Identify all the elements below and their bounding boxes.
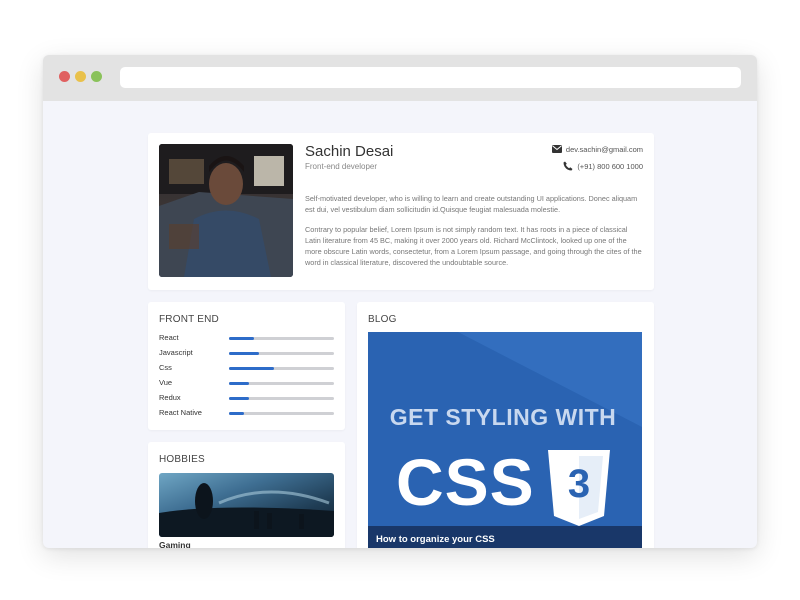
hobbies-card: HOBBIES Gaming bbox=[148, 442, 345, 548]
skill-label: React bbox=[159, 333, 179, 342]
skill-bar-fill bbox=[229, 382, 249, 385]
email-contact[interactable]: dev.sachin@gmail.com bbox=[551, 145, 643, 155]
hobby-label: Gaming bbox=[159, 540, 191, 548]
phone-contact[interactable]: (+91) 800 600 1000 bbox=[563, 161, 643, 173]
skill-bar-fill bbox=[229, 397, 249, 400]
bio-paragraph-1: Self-motivated developer, who is willing… bbox=[305, 194, 638, 214]
profile-role: Front-end developer bbox=[305, 162, 378, 171]
skills-card: FRONT END React Javascript Css Vue Redux… bbox=[148, 302, 345, 430]
maximize-window-button[interactable] bbox=[91, 71, 102, 82]
gaming-image[interactable] bbox=[159, 473, 334, 537]
blog-title: BLOG bbox=[368, 314, 397, 325]
skill-row: Redux bbox=[159, 393, 335, 405]
css3-logo-number: 3 bbox=[567, 462, 591, 506]
close-window-button[interactable] bbox=[59, 71, 70, 82]
skill-row: React bbox=[159, 333, 335, 345]
skill-bar bbox=[229, 412, 334, 415]
bio-paragraph-2: Contrary to popular belief, Lorem Ipsum … bbox=[305, 225, 642, 267]
skill-label: React Native bbox=[159, 408, 202, 417]
skill-label: Css bbox=[159, 363, 172, 372]
hobbies-title: HOBBIES bbox=[159, 454, 205, 465]
blog-caption-text[interactable]: How to organize your CSS bbox=[376, 534, 495, 545]
browser-window: Sachin Desai Front-end developer dev.sac… bbox=[43, 55, 757, 548]
blog-card: BLOG GET STYLING WITH CSS 3 How to organ… bbox=[357, 302, 654, 548]
skill-row: Css bbox=[159, 363, 335, 375]
browser-titlebar bbox=[43, 55, 757, 101]
skill-row: Vue bbox=[159, 378, 335, 390]
skill-bar bbox=[229, 367, 334, 370]
phone-text: (+91) 800 600 1000 bbox=[577, 161, 643, 171]
css3-logo-icon: 3 bbox=[546, 450, 612, 526]
skill-bar-fill bbox=[229, 337, 255, 340]
phone-icon bbox=[563, 161, 573, 173]
skill-bar-fill bbox=[229, 352, 260, 355]
blog-post-image[interactable]: GET STYLING WITH CSS 3 How to organize y… bbox=[368, 332, 642, 548]
address-bar[interactable] bbox=[120, 67, 741, 88]
mail-icon bbox=[551, 145, 562, 155]
email-text: dev.sachin@gmail.com bbox=[565, 145, 643, 154]
profile-name: Sachin Desai bbox=[305, 143, 394, 160]
skill-bar bbox=[229, 397, 334, 400]
skill-bar-fill bbox=[229, 367, 275, 370]
skill-label: Vue bbox=[159, 378, 173, 387]
profile-photo bbox=[159, 144, 293, 277]
minimize-window-button[interactable] bbox=[75, 71, 86, 82]
skill-label: Redux bbox=[159, 393, 181, 402]
blog-caption: How to organize your CSS bbox=[368, 526, 642, 548]
skill-bar bbox=[229, 382, 334, 385]
skill-row: React Native bbox=[159, 408, 335, 420]
profile-card: Sachin Desai Front-end developer dev.sac… bbox=[148, 133, 654, 290]
skill-label: Javascript bbox=[159, 348, 193, 357]
skills-title: FRONT END bbox=[159, 314, 219, 325]
skill-bar bbox=[229, 352, 334, 355]
blog-big-text: CSS bbox=[396, 445, 535, 519]
skill-bar-fill bbox=[229, 412, 244, 415]
skill-bar bbox=[229, 337, 334, 340]
skill-row: Javascript bbox=[159, 348, 335, 360]
blog-headline: GET STYLING WITH bbox=[389, 404, 617, 430]
